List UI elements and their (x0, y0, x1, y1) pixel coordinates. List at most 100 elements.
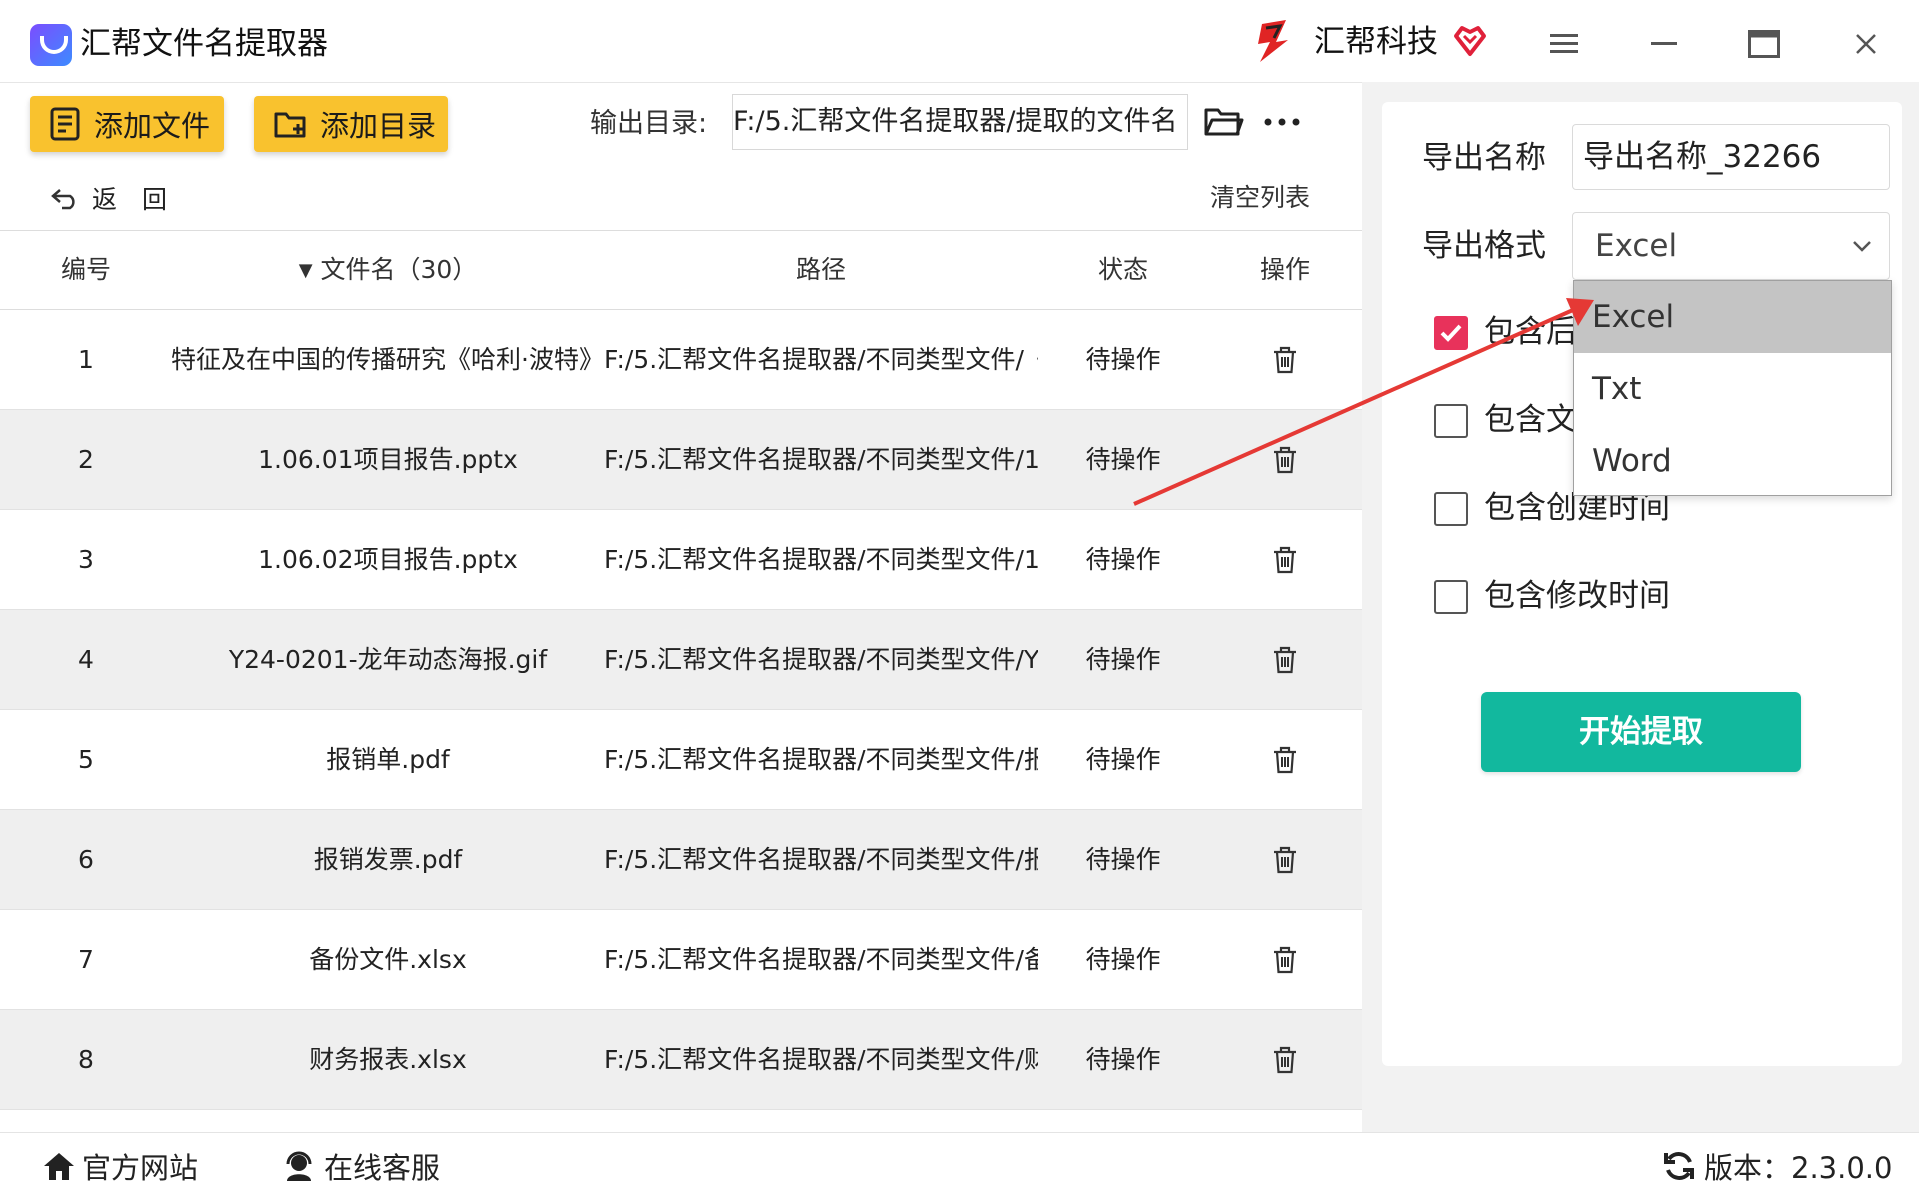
output-dir-input[interactable]: F:/5.汇帮文件名提取器/提取的文件名 (732, 94, 1188, 150)
table-row[interactable]: 5 报销单.pdf F:/5.汇帮文件名提取器/不同类型文件/报销 待操作 (0, 710, 1362, 810)
row-path: F:/5.汇帮文件名提取器/不同类型文件/财务 (604, 1045, 1038, 1074)
trash-icon (1272, 346, 1298, 374)
header-status: 状态 (1097, 255, 1148, 284)
back-button[interactable]: 返 回 (50, 178, 167, 218)
table-row[interactable]: 2 1.06.01项目报告.pptx F:/5.汇帮文件名提取器/不同类型文件/1.… (0, 410, 1362, 510)
row-path: F:/5.汇帮文件名提取器/不同类型文件/1.06 (604, 445, 1038, 474)
include-modified-time-checkbox[interactable] (1434, 580, 1468, 614)
trash-icon (1272, 746, 1298, 774)
app-title: 汇帮文件名提取器 (80, 26, 328, 62)
version-info: 版本：2.3.0.0 (1662, 1144, 1892, 1188)
more-options-icon[interactable] (1260, 100, 1304, 144)
include-folder-checkbox[interactable] (1434, 404, 1468, 438)
row-status: 待操作 (1085, 845, 1161, 874)
row-number: 3 (78, 545, 94, 574)
export-name-input[interactable]: 导出名称_32266 (1572, 124, 1890, 190)
delete-row-button[interactable] (1232, 610, 1338, 709)
format-option-excel[interactable]: Excel (1574, 281, 1891, 353)
table-row[interactable]: 4 Y24-0201-龙年动态海报.gif F:/5.汇帮文件名提取器/不同类型文件… (0, 610, 1362, 710)
row-filename: Y24-0201-龙年动态海报.gif (228, 645, 548, 674)
table-header: 编号 ▼ 文件名（30） 路径 状态 操作 (0, 230, 1362, 310)
trash-icon (1272, 546, 1298, 574)
delete-row-button[interactable] (1232, 310, 1338, 409)
delete-row-button[interactable] (1232, 710, 1338, 809)
row-number: 5 (78, 745, 94, 774)
include-created-time-checkbox[interactable] (1434, 492, 1468, 526)
version-label: 版本：2.3.0.0 (1704, 1151, 1893, 1185)
header-filename[interactable]: ▼ 文件名（30） (172, 231, 604, 309)
row-path: F:/5.汇帮文件名提取器/不同类型文件/Y24 (604, 645, 1038, 674)
clear-list-button[interactable]: 清空列表 (1210, 178, 1310, 218)
maximize-icon (1748, 30, 1780, 58)
online-support-link[interactable]: 在线客服 (282, 1144, 440, 1188)
format-option-word[interactable]: Word (1574, 425, 1891, 497)
row-status: 待操作 (1085, 1045, 1161, 1074)
row-number: 2 (78, 445, 94, 474)
maximize-button[interactable] (1734, 14, 1794, 74)
back-label: 返 回 (92, 185, 168, 214)
brand-heart-icon (1454, 26, 1486, 56)
delete-row-button[interactable] (1232, 810, 1338, 909)
row-number: 6 (78, 845, 94, 874)
hamburger-icon (1550, 34, 1578, 53)
row-filename: 财务报表.xlsx (309, 1045, 467, 1074)
table-row[interactable]: 8 财务报表.xlsx F:/5.汇帮文件名提取器/不同类型文件/财务 待操作 (0, 1010, 1362, 1110)
row-status: 待操作 (1085, 345, 1161, 374)
start-extract-button[interactable]: 开始提取 (1481, 692, 1801, 772)
row-number: 7 (78, 945, 94, 974)
close-button[interactable] (1836, 14, 1896, 74)
row-status: 待操作 (1085, 645, 1161, 674)
delete-row-button[interactable] (1232, 1010, 1338, 1109)
row-filename: 备份文件.xlsx (309, 945, 467, 974)
export-format-select[interactable]: Excel (1572, 212, 1890, 280)
header-operation: 操作 (1259, 255, 1310, 284)
checkmark-icon (1440, 324, 1462, 342)
sort-desc-icon: ▼ (298, 260, 313, 281)
format-dropdown-list: Excel Txt Word (1573, 280, 1892, 496)
table-row[interactable]: 6 报销发票.pdf F:/5.汇帮文件名提取器/不同类型文件/报销 待操作 (0, 810, 1362, 910)
row-number: 1 (78, 345, 94, 374)
add-file-icon (50, 107, 80, 141)
row-filename: 1.06.02项目报告.pptx (258, 545, 518, 574)
row-filename: 《哈利·波特》系列小说叙事特征及在中国的传播研究 (172, 345, 604, 374)
add-file-button[interactable]: 添加文件 (30, 96, 224, 152)
row-number: 4 (78, 645, 94, 674)
menu-button[interactable] (1534, 14, 1594, 74)
close-icon (1856, 34, 1876, 54)
table-row[interactable]: 3 1.06.02项目报告.pptx F:/5.汇帮文件名提取器/不同类型文件/1.… (0, 510, 1362, 610)
row-filename: 1.06.01项目报告.pptx (258, 445, 518, 474)
export-name-label: 导出名称 (1422, 140, 1546, 176)
row-path: F:/5.汇帮文件名提取器/不同类型文件/报销 (604, 845, 1038, 874)
delete-row-button[interactable] (1232, 410, 1338, 509)
export-format-label: 导出格式 (1422, 228, 1546, 264)
brand-name: 汇帮科技 (1314, 24, 1438, 60)
file-table: 编号 ▼ 文件名（30） 路径 状态 操作 1 《哈利·波特》系列小说叙事特征及在… (0, 230, 1362, 1110)
trash-icon (1272, 446, 1298, 474)
table-row[interactable]: 7 备份文件.xlsx F:/5.汇帮文件名提取器/不同类型文件/备份 待操作 (0, 910, 1362, 1010)
refresh-icon[interactable] (1662, 1149, 1696, 1183)
add-file-label: 添加文件 (94, 109, 211, 143)
delete-row-button[interactable] (1232, 910, 1338, 1009)
format-option-txt[interactable]: Txt (1574, 353, 1891, 425)
trash-icon (1272, 646, 1298, 674)
add-directory-label: 添加目录 (320, 109, 437, 143)
row-path: F:/5.汇帮文件名提取器/不同类型文件/1.06 (604, 545, 1038, 574)
minimize-button[interactable] (1634, 14, 1694, 74)
table-row[interactable]: 1 《哈利·波特》系列小说叙事特征及在中国的传播研究F:/5.汇帮文件名提取器/不… (0, 310, 1362, 410)
row-status: 待操作 (1085, 745, 1161, 774)
row-number: 8 (78, 1045, 94, 1074)
row-filename: 报销发票.pdf (313, 845, 463, 874)
minimize-icon (1651, 42, 1677, 45)
add-directory-button[interactable]: 添加目录 (254, 96, 448, 152)
customer-service-icon (286, 1151, 312, 1181)
trash-icon (1272, 1046, 1298, 1074)
row-path: F:/5.汇帮文件名提取器/不同类型文件/备份 (604, 945, 1038, 974)
row-status: 待操作 (1085, 545, 1161, 574)
row-path: F:/5.汇帮文件名提取器/不同类型文件/报销 (604, 745, 1038, 774)
header-filename-label: 文件名（30） (320, 255, 478, 284)
back-arrow-icon (51, 189, 75, 210)
include-suffix-checkbox[interactable] (1434, 316, 1468, 350)
official-website-link[interactable]: 官方网站 (42, 1144, 198, 1188)
delete-row-button[interactable] (1232, 510, 1338, 609)
open-folder-icon[interactable] (1204, 104, 1244, 140)
